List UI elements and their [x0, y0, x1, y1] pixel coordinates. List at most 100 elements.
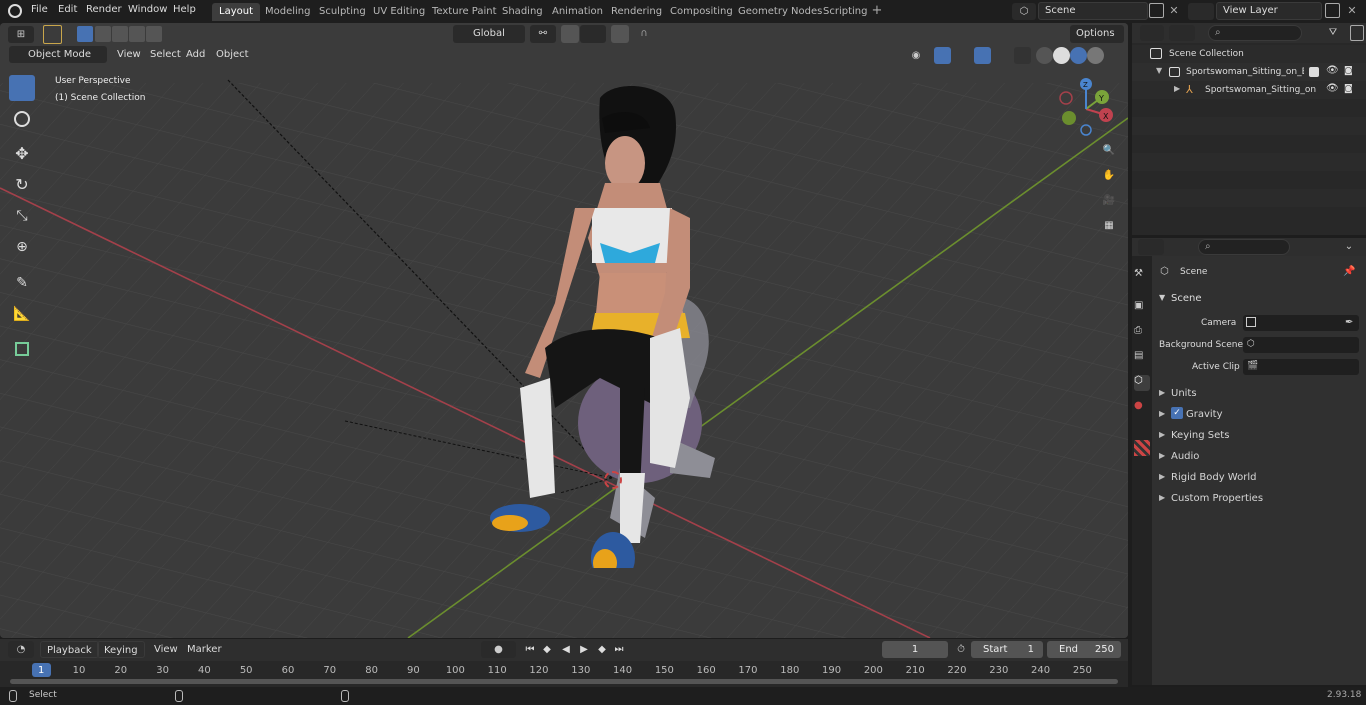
select-subtract-icon[interactable]	[112, 26, 128, 42]
menu-help[interactable]: Help	[173, 4, 196, 15]
next-keyframe-icon[interactable]: ◆	[593, 641, 611, 658]
select-extend-icon[interactable]	[95, 26, 111, 42]
view-layer-tab-icon[interactable]: ▤	[1134, 350, 1150, 366]
menu-window[interactable]: Window	[128, 4, 167, 15]
checkbox-icon[interactable]	[1309, 67, 1319, 77]
menu-file[interactable]: File	[31, 4, 48, 15]
proportional-edit-icon[interactable]	[611, 25, 629, 43]
select-tool-icon[interactable]	[43, 25, 62, 44]
current-frame-field[interactable]: 1	[882, 641, 948, 658]
panel-custom-properties[interactable]: ▶ Custom Properties	[1154, 490, 1364, 508]
new-view-layer-icon[interactable]	[1325, 3, 1340, 18]
new-scene-icon[interactable]	[1149, 3, 1164, 18]
outliner-row[interactable]: ▼ Sportswoman_Sitting_on_Bala 👁 ◙	[1132, 63, 1366, 81]
tab-geometry-nodes[interactable]: Geometry Nodes	[731, 3, 829, 21]
gravity-checkbox[interactable]: ✓	[1171, 407, 1183, 419]
pivot-point-icon[interactable]: ⚯	[530, 25, 556, 43]
snap-icon[interactable]	[561, 25, 579, 43]
tab-modeling[interactable]: Modeling	[258, 3, 318, 21]
camera-field[interactable]	[1243, 315, 1359, 331]
timeline-editor-icon[interactable]: ◔	[8, 641, 34, 658]
jump-end-icon[interactable]: ⏭	[611, 641, 627, 658]
tab-shading[interactable]: Shading	[495, 3, 550, 21]
output-tab-icon[interactable]: ⎙	[1134, 325, 1150, 341]
scene-panel-title[interactable]: Scene	[1171, 293, 1202, 304]
move-tool-icon[interactable]: ✥	[9, 141, 35, 167]
annotate-tool-icon[interactable]: ✎	[9, 270, 35, 296]
view-layer-field[interactable]: View Layer	[1216, 2, 1322, 20]
navigation-gizmo[interactable]: X Y Z	[1055, 78, 1117, 140]
end-frame-field[interactable]: End 250	[1047, 641, 1121, 658]
panel-keying-sets[interactable]: ▶ Keying Sets	[1154, 427, 1364, 445]
select-box-tool-icon[interactable]	[9, 75, 35, 101]
3d-viewport[interactable]: ⊞ Global ⚯ ∩ Options Object Mode View Se…	[0, 23, 1128, 638]
menu-object[interactable]: Object	[210, 46, 255, 63]
jump-start-icon[interactable]: ⏮	[522, 641, 538, 658]
options-dropdown[interactable]: Options	[1070, 25, 1124, 43]
tab-sculpting[interactable]: Sculpting	[312, 3, 373, 21]
perspective-toggle-icon[interactable]: ▦	[1098, 215, 1120, 237]
shading-rendered-icon[interactable]	[1087, 47, 1104, 64]
panel-audio[interactable]: ▶ Audio	[1154, 448, 1364, 466]
panel-units[interactable]: ▶ Units	[1154, 385, 1364, 403]
menu-edit[interactable]: Edit	[58, 4, 77, 15]
visibility-icon[interactable]: ◉	[903, 47, 929, 64]
cursor-tool-icon[interactable]	[9, 106, 35, 132]
gizmo-toggle-icon[interactable]	[934, 47, 951, 64]
tab-scripting[interactable]: Scripting	[816, 3, 874, 21]
add-cube-tool-icon[interactable]	[9, 336, 35, 362]
panel-rigid-body-world[interactable]: ▶ Rigid Body World	[1154, 469, 1364, 487]
add-workspace-icon[interactable]: +	[870, 4, 884, 18]
tab-rendering[interactable]: Rendering	[604, 3, 669, 21]
measure-tool-icon[interactable]: 📐	[9, 301, 35, 327]
snap-target-icon[interactable]	[580, 25, 606, 43]
scene-field[interactable]: Scene	[1038, 2, 1148, 20]
xray-icon[interactable]	[1014, 47, 1031, 64]
close-icon[interactable]: ✕	[1167, 3, 1181, 18]
eye-icon[interactable]: 👁	[1326, 83, 1339, 94]
new-collection-icon[interactable]	[1350, 25, 1364, 41]
timeline[interactable]: ◔ Playback Keying View Marker ● ⏮ ◆ ◀ ▶ …	[0, 639, 1128, 687]
overlay-toggle-icon[interactable]	[974, 47, 991, 64]
menu-add[interactable]: Add	[180, 46, 211, 63]
shading-wireframe-icon[interactable]	[1036, 47, 1053, 64]
transform-orientation-dropdown[interactable]: Global	[453, 25, 525, 43]
timeline-scrollbar[interactable]	[10, 679, 1118, 684]
view-layer-selector-icon[interactable]	[1188, 3, 1214, 20]
properties-search-input[interactable]: ⌕	[1198, 239, 1290, 255]
blender-logo-icon[interactable]	[8, 4, 22, 18]
camera-render-icon[interactable]: ◙	[1344, 84, 1353, 94]
outliner-editor-icon[interactable]	[1140, 25, 1164, 41]
falloff-icon[interactable]: ∩	[631, 25, 657, 43]
stopwatch-icon[interactable]: ⏱	[953, 641, 969, 658]
tab-texture-paint[interactable]: Texture Paint	[425, 3, 504, 21]
active-clip-field[interactable]	[1243, 359, 1359, 375]
select-intersect-icon[interactable]	[146, 26, 162, 42]
scene-selector-icon[interactable]: ⬡	[1012, 3, 1036, 20]
outliner-row[interactable]: Scene Collection	[1132, 45, 1366, 63]
render-tab-icon[interactable]: ▣	[1134, 300, 1150, 316]
tab-compositing[interactable]: Compositing	[663, 3, 740, 21]
scale-tool-icon[interactable]: ⤡	[9, 203, 35, 229]
panel-gravity[interactable]: ▶ ✓ Gravity	[1154, 406, 1364, 424]
properties-editor-icon[interactable]	[1138, 239, 1164, 255]
chevron-down-icon[interactable]: ⌄	[1340, 239, 1358, 255]
tab-layout[interactable]: Layout	[212, 3, 260, 21]
menu-view[interactable]: View	[111, 46, 147, 63]
select-box-mode-icon[interactable]	[77, 26, 93, 42]
close-icon[interactable]: ✕	[1345, 3, 1359, 18]
menu-keying[interactable]: Keying	[97, 641, 145, 658]
editor-type-icon[interactable]: ⊞	[8, 26, 34, 43]
background-scene-field[interactable]	[1243, 337, 1359, 353]
shading-material-icon[interactable]	[1070, 47, 1087, 64]
camera-render-icon[interactable]: ◙	[1344, 66, 1353, 76]
select-invert-icon[interactable]	[129, 26, 145, 42]
pin-icon[interactable]: 📌	[1343, 266, 1355, 277]
chevron-right-icon[interactable]: ▶	[1174, 84, 1180, 93]
filter-icon[interactable]: ⛛	[1320, 25, 1346, 41]
tab-animation[interactable]: Animation	[545, 3, 610, 21]
menu-render[interactable]: Render	[86, 4, 122, 15]
play-reverse-icon[interactable]: ◀	[557, 641, 575, 658]
scene-tab-icon[interactable]: ⬡	[1134, 375, 1150, 391]
eyedropper-icon[interactable]: ✒	[1345, 317, 1353, 328]
